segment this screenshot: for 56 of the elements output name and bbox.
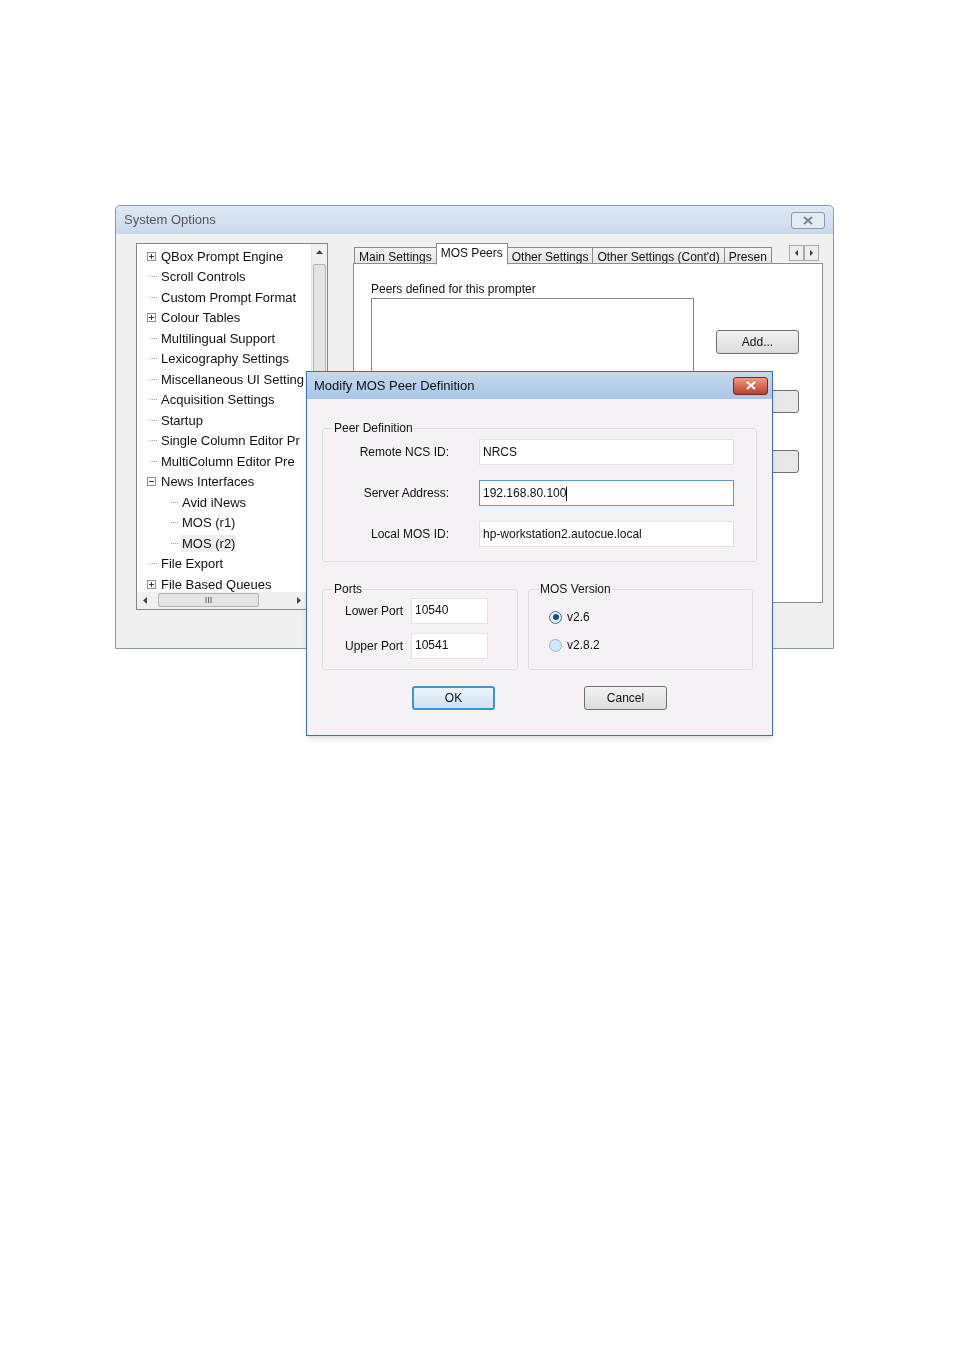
radio-button[interactable]: v2.8.2	[549, 636, 732, 654]
tree-item[interactable]: MOS (r2)	[181, 534, 237, 552]
dialog-title: Modify MOS Peer Definition	[314, 376, 475, 395]
tree-item[interactable]: QBox Prompt Engine	[160, 247, 285, 265]
tree-item[interactable]: Single Column Editor Pr	[160, 432, 301, 450]
tab-scroll-right[interactable]	[804, 245, 819, 261]
tab-scroll-left[interactable]	[789, 245, 804, 261]
left-arrow-icon	[795, 250, 798, 256]
collapse-icon[interactable]	[146, 477, 156, 487]
tree-item[interactable]: Multilingual Support	[160, 329, 277, 347]
window-title: System Options	[124, 211, 216, 230]
dialog-button[interactable]: OK	[412, 686, 495, 710]
add-button[interactable]: Add...	[716, 330, 799, 354]
tree-item[interactable]: File Export	[160, 555, 225, 573]
radio-button[interactable]: v2.6	[549, 608, 732, 626]
expand-icon[interactable]	[146, 251, 156, 261]
field-label: Server Address:	[362, 485, 449, 502]
field-label: Upper Port	[343, 638, 403, 655]
up-arrow-icon	[316, 250, 323, 254]
input-field[interactable]: hp-workstation2.autocue.local	[479, 521, 734, 547]
tree-item[interactable]: Avid iNews	[181, 493, 248, 511]
tree-item[interactable]: Acquisition Settings	[160, 391, 276, 409]
group-title: Peer Definition	[333, 420, 414, 437]
tree-item[interactable]: Colour Tables	[160, 309, 242, 327]
input-field[interactable]: NRCS	[479, 439, 734, 465]
group-title: MOS Version	[539, 581, 612, 598]
close-icon	[803, 215, 813, 225]
scroll-thumb[interactable]	[158, 593, 259, 607]
tree-item[interactable]: News Interfaces	[160, 473, 256, 491]
tree-item[interactable]: Custom Prompt Format	[160, 288, 298, 306]
close-icon	[745, 381, 756, 390]
right-arrow-icon	[810, 250, 813, 256]
input-field[interactable]: 192.168.80.100	[479, 480, 734, 506]
right-arrow-icon	[297, 597, 301, 604]
input-field[interactable]: 10541	[411, 633, 488, 659]
tree-item[interactable]: MultiColumn Editor Pre	[160, 452, 296, 470]
tab[interactable]: MOS Peers	[435, 243, 508, 265]
input-field[interactable]: 10540	[411, 598, 488, 624]
group-title: Ports	[333, 581, 363, 598]
tree-item[interactable]: Lexicography Settings	[160, 350, 290, 368]
field-label: Local MOS ID:	[369, 526, 449, 543]
field-label: Remote NCS ID:	[358, 444, 449, 461]
tree-item[interactable]: Scroll Controls	[160, 268, 247, 286]
left-arrow-icon	[143, 597, 147, 604]
tree-item[interactable]: MOS (r1)	[181, 514, 237, 532]
peers-label: Peers defined for this prompter	[371, 281, 536, 298]
expand-icon[interactable]	[146, 313, 156, 323]
tree-item[interactable]: Miscellaneous UI Setting	[160, 370, 306, 388]
tree-item[interactable]: Startup	[160, 411, 204, 429]
expand-icon[interactable]	[146, 579, 156, 589]
tree-item[interactable]: File Based Queues	[160, 575, 273, 593]
close-button[interactable]	[733, 376, 768, 395]
field-label: Lower Port	[343, 603, 403, 620]
dialog-button[interactable]: Cancel	[584, 686, 667, 710]
grip-icon	[205, 597, 212, 603]
scroll-thumb[interactable]	[313, 264, 326, 374]
